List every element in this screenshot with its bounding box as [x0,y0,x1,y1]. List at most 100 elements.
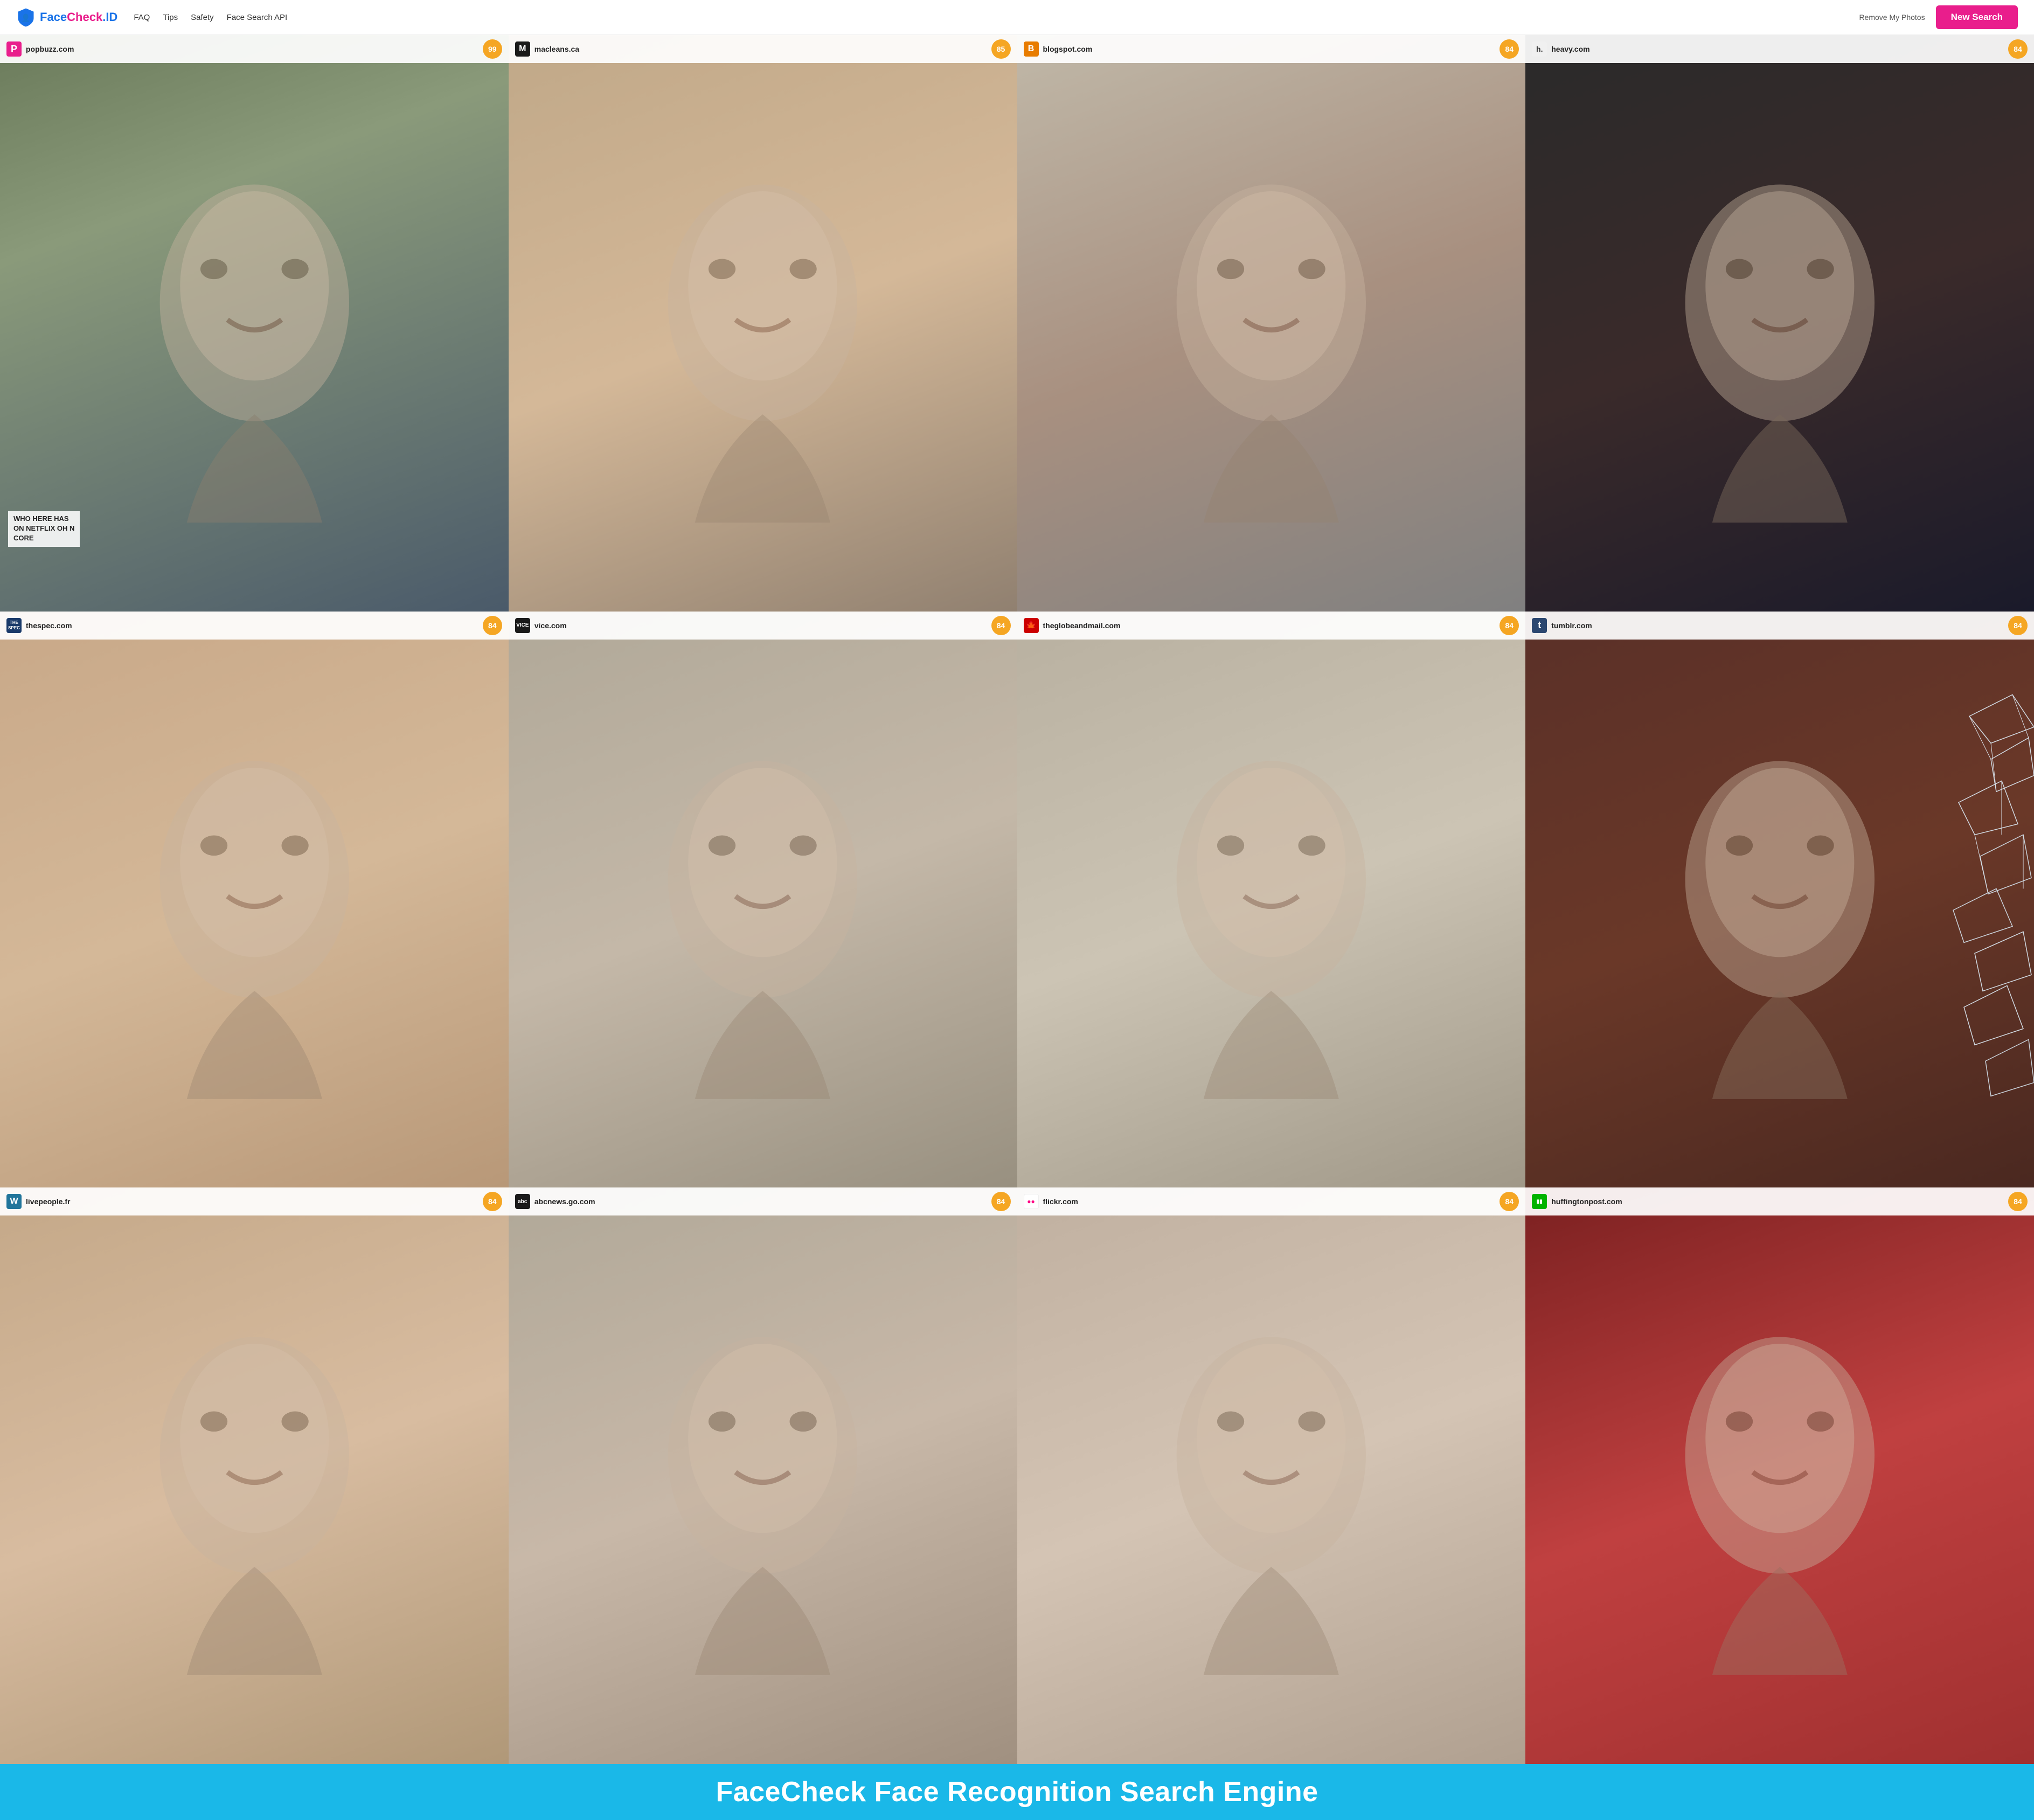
score-badge: 99 [483,39,502,59]
main-header: 👤 FaceCheck.ID FAQ Tips Safety Face Sear… [0,0,2034,35]
card-header: abc abcnews.go.com 84 [509,1187,1017,1215]
header-left: 👤 FaceCheck.ID FAQ Tips Safety Face Sear… [16,8,287,27]
svg-text:👤: 👤 [21,13,30,23]
site-favicon: THESPEC [6,618,22,633]
card-header: 🍁 theglobeandmail.com 84 [1017,612,1526,640]
nav-safety[interactable]: Safety [191,13,214,22]
site-favicon: t [1532,618,1547,633]
result-card[interactable]: W livepeople.fr 84 [0,1187,509,1764]
face-figure [1525,612,2034,1188]
site-favicon: 🍁 [1024,618,1039,633]
results-grid: P popbuzz.com 99 WHO HERE HASON NETFLIX … [0,35,2034,1764]
site-name: abcnews.go.com [534,1197,595,1206]
score-badge: 84 [2008,616,2028,635]
site-name: thespec.com [26,621,72,630]
result-card[interactable]: ●● flickr.com 84 [1017,1187,1526,1764]
face-figure [1017,1187,1526,1764]
site-favicon: h. [1532,41,1547,57]
score-badge: 84 [991,616,1011,635]
face-figure [1017,612,1526,1188]
nav-tips[interactable]: Tips [163,13,178,22]
card-header: M macleans.ca 85 [509,35,1017,63]
site-name: flickr.com [1043,1197,1078,1206]
site-info: M macleans.ca [515,41,579,57]
face-figure [509,612,1017,1188]
card-header: h. heavy.com 84 [1525,35,2034,63]
face-figure [0,1187,509,1764]
main-nav: FAQ Tips Safety Face Search API [134,13,287,22]
site-info: ▮▮ huffingtonpost.com [1532,1194,1622,1209]
site-name: livepeople.fr [26,1197,70,1206]
logo[interactable]: 👤 FaceCheck.ID [16,8,117,27]
site-info: ●● flickr.com [1024,1194,1078,1209]
result-card[interactable]: abc abcnews.go.com 84 [509,1187,1017,1764]
result-card[interactable]: h. heavy.com 84 [1525,35,2034,612]
score-badge: 84 [1500,1192,1519,1211]
face-figure [0,612,509,1188]
card-header: B blogspot.com 84 [1017,35,1526,63]
new-search-button[interactable]: New Search [1936,5,2018,29]
header-right: Remove My Photos New Search [1859,5,2018,29]
face-figure [1525,1187,2034,1764]
score-badge: 84 [483,616,502,635]
site-favicon: W [6,1194,22,1209]
site-name: heavy.com [1551,45,1589,53]
face-figure [509,35,1017,612]
card-header: THESPEC thespec.com 84 [0,612,509,640]
site-info: abc abcnews.go.com [515,1194,595,1209]
site-info: h. heavy.com [1532,41,1589,57]
card-header: VICE vice.com 84 [509,612,1017,640]
card-header: ▮▮ huffingtonpost.com 84 [1525,1187,2034,1215]
results-grid-container: P popbuzz.com 99 WHO HERE HASON NETFLIX … [0,35,2034,1764]
site-info: 🍁 theglobeandmail.com [1024,618,1121,633]
result-card[interactable]: 🍁 theglobeandmail.com 84 [1017,612,1526,1188]
site-info: B blogspot.com [1024,41,1093,57]
score-badge: 84 [991,1192,1011,1211]
site-favicon: ▮▮ [1532,1194,1547,1209]
card-header: ●● flickr.com 84 [1017,1187,1526,1215]
site-favicon: P [6,41,22,57]
card-header: P popbuzz.com 99 [0,35,509,63]
site-name: tumblr.com [1551,621,1592,630]
result-card[interactable]: M macleans.ca 85 [509,35,1017,612]
footer-title: FaceCheck Face Recognition Search Engine [16,1776,2018,1808]
site-favicon: abc [515,1194,530,1209]
card-header: W livepeople.fr 84 [0,1187,509,1215]
logo-shield-icon: 👤 [16,8,36,27]
logo-text: FaceCheck.ID [40,10,117,24]
face-figure [1525,35,2034,612]
site-favicon: VICE [515,618,530,633]
result-card[interactable]: B blogspot.com 84 [1017,35,1526,612]
score-badge: 84 [2008,39,2028,59]
score-badge: 84 [1500,39,1519,59]
footer-banner: FaceCheck Face Recognition Search Engine [0,1764,2034,1820]
face-figure [509,1187,1017,1764]
result-card[interactable]: P popbuzz.com 99 WHO HERE HASON NETFLIX … [0,35,509,612]
remove-photos-link[interactable]: Remove My Photos [1859,13,1925,22]
site-name: huffingtonpost.com [1551,1197,1622,1206]
card-text-overlay: WHO HERE HASON NETFLIX OH NCORE [8,511,80,547]
score-badge: 85 [991,39,1011,59]
site-favicon: B [1024,41,1039,57]
nav-face-search-api[interactable]: Face Search API [227,13,288,22]
site-info: THESPEC thespec.com [6,618,72,633]
site-name: blogspot.com [1043,45,1093,53]
nav-faq[interactable]: FAQ [134,13,150,22]
site-info: W livepeople.fr [6,1194,70,1209]
site-name: popbuzz.com [26,45,74,53]
site-info: P popbuzz.com [6,41,74,57]
result-card[interactable]: t tumblr.com 84 [1525,612,2034,1188]
site-name: theglobeandmail.com [1043,621,1121,630]
face-figure [1017,35,1526,612]
site-name: vice.com [534,621,567,630]
score-badge: 84 [2008,1192,2028,1211]
result-card[interactable]: THESPEC thespec.com 84 [0,612,509,1188]
site-favicon: ●● [1024,1194,1039,1209]
site-name: macleans.ca [534,45,579,53]
site-info: VICE vice.com [515,618,567,633]
score-badge: 84 [1500,616,1519,635]
score-badge: 84 [483,1192,502,1211]
site-favicon: M [515,41,530,57]
result-card[interactable]: VICE vice.com 84 [509,612,1017,1188]
result-card[interactable]: ▮▮ huffingtonpost.com 84 [1525,1187,2034,1764]
